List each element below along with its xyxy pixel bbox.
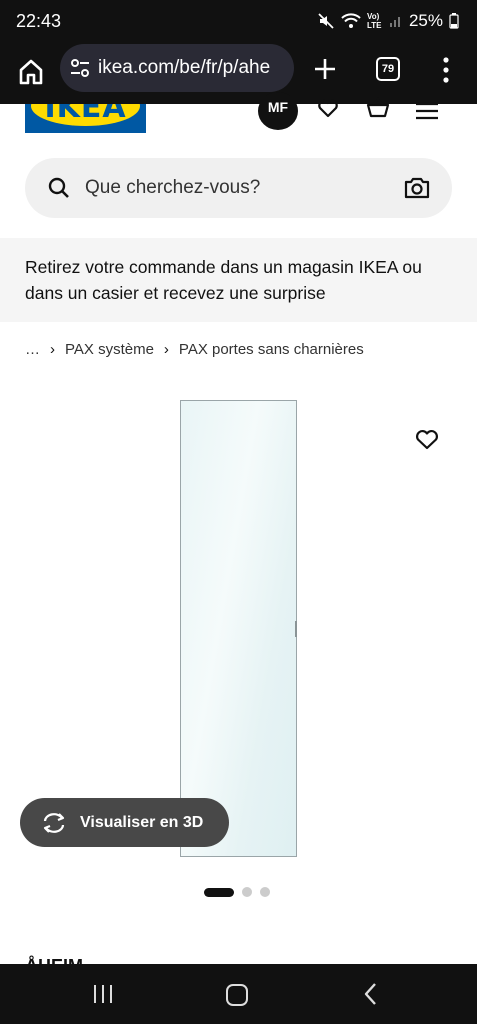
- search-bar[interactable]: [25, 158, 452, 218]
- search-icon[interactable]: [47, 176, 71, 200]
- system-home-icon[interactable]: [226, 984, 248, 1006]
- rotate-3d-icon: [43, 812, 65, 833]
- battery-level: 25%: [408, 11, 443, 30]
- ikea-logo[interactable]: IKEA: [25, 104, 146, 133]
- breadcrumb-item-pax-systeme[interactable]: PAX système: [65, 341, 154, 358]
- camera-search-icon[interactable]: [403, 175, 431, 201]
- status-icons: Vo) LTE 25%: [317, 11, 459, 31]
- status-time: 22:43: [16, 11, 62, 31]
- wifi-icon: [341, 13, 361, 28]
- search-input[interactable]: [85, 172, 385, 204]
- site-settings-icon[interactable]: [68, 56, 92, 80]
- breadcrumb-ellipsis[interactable]: …: [25, 341, 40, 358]
- add-to-favorites-heart-icon[interactable]: [414, 427, 440, 451]
- view-in-3d-label: Visualiser en 3D: [80, 813, 204, 831]
- door-edge-detail: [295, 621, 297, 637]
- favorites-heart-icon[interactable]: [316, 96, 340, 120]
- mute-icon: [318, 13, 334, 29]
- logo-text: IKEA: [44, 104, 127, 125]
- promo-banner-text: Retirez votre commande dans un magasin I…: [25, 257, 422, 303]
- url-bar[interactable]: ikea.com/be/fr/p/ahe: [60, 44, 294, 92]
- avatar[interactable]: MF: [258, 92, 298, 130]
- back-icon[interactable]: [362, 982, 380, 1006]
- chevron-right-icon: ›: [163, 340, 169, 358]
- tab-switcher-button[interactable]: 79: [376, 57, 400, 81]
- view-in-3d-button[interactable]: Visualiser en 3D: [20, 798, 229, 847]
- chevron-right-icon: ›: [50, 340, 55, 358]
- recent-apps-icon[interactable]: [92, 984, 114, 1004]
- signal-icon: [389, 17, 400, 27]
- more-options-icon[interactable]: [438, 56, 454, 84]
- new-tab-icon[interactable]: [312, 56, 338, 82]
- battery-icon: [449, 13, 459, 29]
- promo-banner[interactable]: Retirez votre commande dans un magasin I…: [0, 238, 477, 322]
- home-icon[interactable]: [15, 56, 47, 88]
- breadcrumb-item-pax-portes[interactable]: PAX portes sans charnières: [179, 341, 364, 358]
- carousel-dot-active[interactable]: [204, 887, 234, 897]
- carousel-dot[interactable]: [242, 887, 252, 897]
- carousel-dot[interactable]: [260, 887, 270, 897]
- status-bar: 22:43 Vo) LTE 25%: [0, 0, 477, 44]
- product-image-mirror-door[interactable]: [180, 400, 297, 857]
- url-text[interactable]: ikea.com/be/fr/p/ahe: [98, 57, 288, 79]
- network-label: Vo) LTE: [366, 12, 382, 30]
- image-carousel-indicator: [204, 887, 270, 897]
- hamburger-menu-icon[interactable]: [416, 100, 438, 120]
- browser-toolbar: ikea.com/be/fr/p/ahe 79: [0, 44, 477, 104]
- breadcrumb: … › PAX système › PAX portes sans charni…: [25, 338, 364, 360]
- shopping-bag-icon[interactable]: [365, 96, 391, 122]
- system-navigation-bar: [0, 964, 477, 1024]
